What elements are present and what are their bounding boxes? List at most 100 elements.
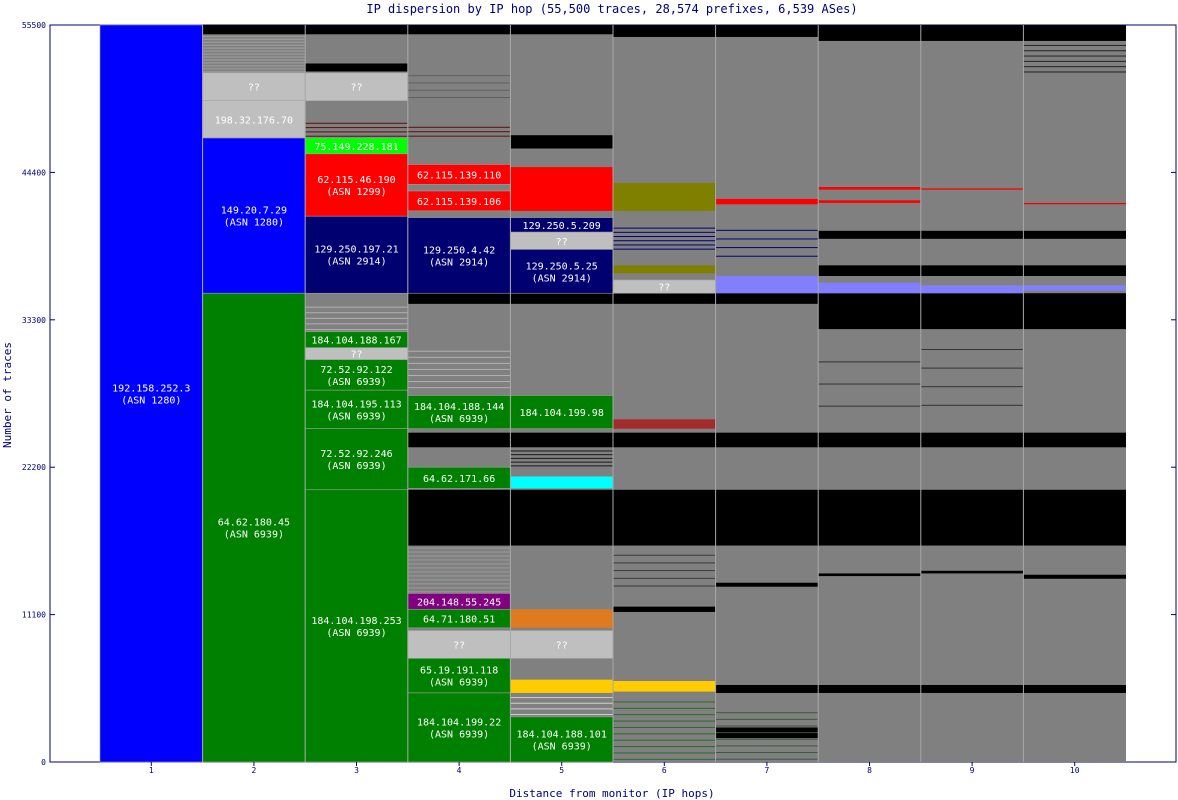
black-segment-17 xyxy=(510,432,613,448)
thin-line-11 xyxy=(202,38,306,40)
x-tick-label-8: 9 xyxy=(970,766,975,775)
thin-line-102 xyxy=(920,349,1024,351)
colored-segment-10 xyxy=(920,285,1024,294)
thin-line-56 xyxy=(613,585,716,587)
segment-label-26: ?? xyxy=(556,237,568,248)
thin-line-81 xyxy=(715,718,819,720)
segment-label-27: 129.250.5.25 xyxy=(526,261,598,272)
black-segment-22 xyxy=(1023,432,1126,448)
thin-line-41 xyxy=(407,583,511,585)
thin-line-6 xyxy=(202,53,306,55)
thin-line-2 xyxy=(202,65,306,67)
x-tick-label-6: 7 xyxy=(764,766,769,775)
black-segment-37 xyxy=(818,684,921,693)
segment-asn-1: (ASN 1280) xyxy=(224,218,284,229)
x-tick-label-1: 2 xyxy=(251,766,256,775)
thin-line-88 xyxy=(613,227,716,229)
thin-line-5 xyxy=(202,56,306,58)
segment-label-20: 204.148.55.245 xyxy=(417,597,501,608)
thin-line-43 xyxy=(407,575,511,577)
black-segment-23 xyxy=(407,293,511,304)
thin-line-27 xyxy=(305,328,408,330)
segment-asn-23: (ASN 6939) xyxy=(429,678,489,689)
black-segment-6 xyxy=(818,25,921,41)
colored-segment-0 xyxy=(510,476,613,489)
y-tick-label-1: 11100 xyxy=(22,611,46,620)
black-segment-43 xyxy=(818,573,921,577)
colored-segment-15 xyxy=(920,188,1024,190)
thin-line-17 xyxy=(407,89,511,91)
thin-line-66 xyxy=(613,752,716,754)
thin-line-16 xyxy=(407,97,511,99)
hop-9-background xyxy=(920,25,1024,762)
thin-line-21 xyxy=(305,131,408,133)
segment-asn-11: (ASN 6939) xyxy=(326,377,386,388)
thin-line-104 xyxy=(818,383,921,385)
colored-segment-1 xyxy=(510,609,613,628)
colored-segment-12 xyxy=(715,198,819,205)
colored-segment-4 xyxy=(613,183,716,211)
thin-line-74 xyxy=(613,701,716,703)
thin-line-55 xyxy=(510,450,613,452)
thin-line-99 xyxy=(920,404,1024,406)
thin-line-73 xyxy=(613,707,716,709)
colored-segment-6 xyxy=(613,680,716,692)
segment-label-2: 64.62.180.45 xyxy=(218,518,290,529)
black-segment-42 xyxy=(715,582,819,587)
colored-segment-7 xyxy=(613,419,716,429)
thin-line-92 xyxy=(715,229,819,231)
thin-line-60 xyxy=(613,554,716,556)
chart-title: IP dispersion by IP hop (55,500 traces, … xyxy=(366,2,857,16)
thin-line-90 xyxy=(715,247,819,249)
colored-segment-13 xyxy=(818,187,921,190)
thin-line-70 xyxy=(613,726,716,728)
black-segment-3 xyxy=(510,25,613,35)
thin-line-31 xyxy=(305,306,408,308)
segment-label-9: 184.104.188.167 xyxy=(311,336,401,347)
black-segment-8 xyxy=(1023,25,1126,41)
segment-asn-18: (ASN 6939) xyxy=(429,414,489,425)
thin-line-7 xyxy=(202,50,306,52)
thin-line-87 xyxy=(613,231,716,233)
black-segment-0 xyxy=(202,25,306,35)
thin-line-52 xyxy=(510,461,613,463)
y-tick-label-0: 0 xyxy=(41,758,46,767)
y-tick-label-4: 44400 xyxy=(22,168,46,177)
black-segment-18 xyxy=(613,432,716,448)
thin-line-84 xyxy=(613,244,716,246)
segment-asn-2: (ASN 6939) xyxy=(224,530,284,541)
thin-line-95 xyxy=(1023,60,1126,62)
thin-line-18 xyxy=(407,82,511,84)
thin-line-48 xyxy=(407,555,511,557)
black-segment-13 xyxy=(818,489,921,546)
thin-line-35 xyxy=(407,368,511,370)
segment-label-0: 192.158.252.3 xyxy=(112,384,190,395)
segment-asn-17: (ASN 2914) xyxy=(429,257,489,268)
x-tick-label-4: 5 xyxy=(559,766,564,775)
y-tick-label-3: 33300 xyxy=(22,316,46,325)
black-segment-16 xyxy=(407,432,511,448)
segment-label-7: 129.250.197.21 xyxy=(314,245,398,256)
black-segment-47 xyxy=(510,135,613,149)
thin-line-4 xyxy=(202,59,306,61)
thin-line-91 xyxy=(715,238,819,240)
thin-line-100 xyxy=(920,386,1024,388)
thin-line-62 xyxy=(510,708,613,710)
thin-line-28 xyxy=(305,323,408,325)
segment-label-3: 198.32.176.70 xyxy=(215,115,293,126)
thin-line-51 xyxy=(510,465,613,467)
black-segment-36 xyxy=(715,684,819,693)
segment-label-19: 64.62.171.66 xyxy=(423,474,495,485)
black-segment-30 xyxy=(818,265,921,276)
black-segment-4 xyxy=(613,25,716,37)
segment-asn-30: (ASN 6939) xyxy=(532,741,592,752)
x-tick-label-2: 3 xyxy=(354,766,359,775)
segment-label-8: ?? xyxy=(350,83,362,94)
x-tick-label-9: 10 xyxy=(1070,766,1080,775)
y-axis-label: Number of traces xyxy=(1,342,14,448)
thin-line-34 xyxy=(407,375,511,377)
black-segment-28 xyxy=(920,293,1024,330)
thin-line-50 xyxy=(407,547,511,549)
colored-segment-5 xyxy=(613,265,716,274)
thin-line-54 xyxy=(510,454,613,456)
